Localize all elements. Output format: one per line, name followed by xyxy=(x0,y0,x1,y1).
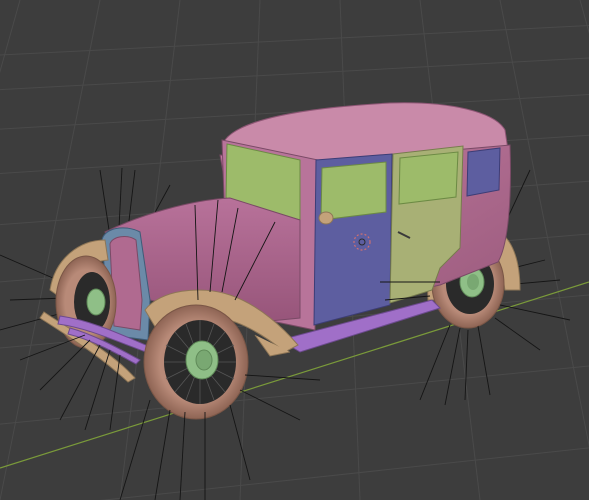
side-mirror xyxy=(318,211,334,225)
front-left-hub xyxy=(86,288,106,316)
viewport-canvas[interactable] xyxy=(0,0,589,500)
3d-viewport[interactable] xyxy=(0,0,589,500)
front-door-window xyxy=(320,161,387,221)
rear-quarter-window xyxy=(466,147,501,197)
front-wheel-right[interactable] xyxy=(143,304,249,420)
rear-door-window xyxy=(398,151,459,205)
